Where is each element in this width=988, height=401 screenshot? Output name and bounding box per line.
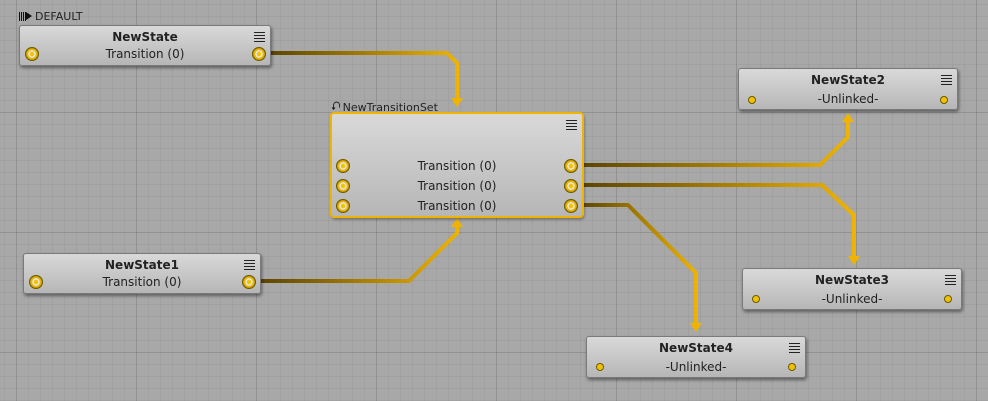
- node-title: NewState4: [659, 341, 733, 355]
- output-port-icon[interactable]: [564, 199, 578, 213]
- unlinked-label: -Unlinked-: [821, 292, 883, 306]
- node-title: NewState2: [811, 73, 885, 87]
- transition-label: Transition (0): [417, 199, 497, 213]
- wire-newstate-to-transitionset: [268, 51, 459, 100]
- entry-arrow-icon: [19, 12, 33, 21]
- output-port-icon[interactable]: [564, 179, 578, 193]
- output-port-icon[interactable]: [788, 363, 796, 371]
- transition-label: Transition (0): [105, 47, 185, 61]
- wire-newstate1-to-transitionset: [258, 224, 459, 283]
- wire-transitionset-to-newstate2: [580, 120, 850, 167]
- menu-icon[interactable]: [789, 343, 800, 353]
- arrowhead-icon: [451, 218, 463, 227]
- menu-icon[interactable]: [941, 75, 952, 85]
- transition-label: Transition (0): [102, 275, 182, 289]
- state-node-newstate4[interactable]: NewState4 -Unlinked-: [586, 336, 806, 378]
- default-entry-label: DEFAULT: [19, 10, 83, 23]
- menu-icon[interactable]: [945, 275, 956, 285]
- state-node-newstate2[interactable]: NewState2 -Unlinked-: [738, 68, 958, 110]
- default-label-text: DEFAULT: [35, 10, 83, 23]
- arrowhead-icon: [690, 323, 702, 332]
- menu-icon[interactable]: [566, 120, 577, 130]
- state-node-newstate1[interactable]: NewState1 Transition (0): [23, 253, 261, 294]
- output-port-icon[interactable]: [242, 275, 256, 289]
- state-node-newstate[interactable]: NewState Transition (0): [19, 25, 271, 66]
- arrowhead-icon: [842, 113, 854, 122]
- transition-set-node[interactable]: Transition (0) Transition (0) Transition…: [331, 113, 583, 217]
- wire-transitionset-to-newstate3: [580, 183, 856, 258]
- menu-icon[interactable]: [254, 32, 265, 42]
- state-node-newstate3[interactable]: NewState3 -Unlinked-: [742, 268, 962, 310]
- output-port-icon[interactable]: [564, 159, 578, 173]
- transition-label: Transition (0): [417, 159, 497, 173]
- node-title: NewState3: [815, 273, 889, 287]
- arrowhead-icon: [451, 98, 463, 107]
- node-title: NewState: [112, 30, 178, 44]
- unlinked-label: -Unlinked-: [665, 360, 727, 374]
- output-port-icon[interactable]: [944, 295, 952, 303]
- wire-transitionset-to-newstate4: [580, 203, 698, 325]
- node-title: NewState1: [105, 258, 179, 272]
- output-port-icon[interactable]: [940, 96, 948, 104]
- graph-canvas[interactable]: DEFAULT NewState Transition (0) ⮏ NewTra…: [0, 0, 988, 401]
- output-port-icon[interactable]: [252, 47, 266, 61]
- transition-label: Transition (0): [417, 179, 497, 193]
- arrowhead-icon: [848, 256, 860, 265]
- menu-icon[interactable]: [244, 260, 255, 270]
- unlinked-label: -Unlinked-: [817, 92, 879, 106]
